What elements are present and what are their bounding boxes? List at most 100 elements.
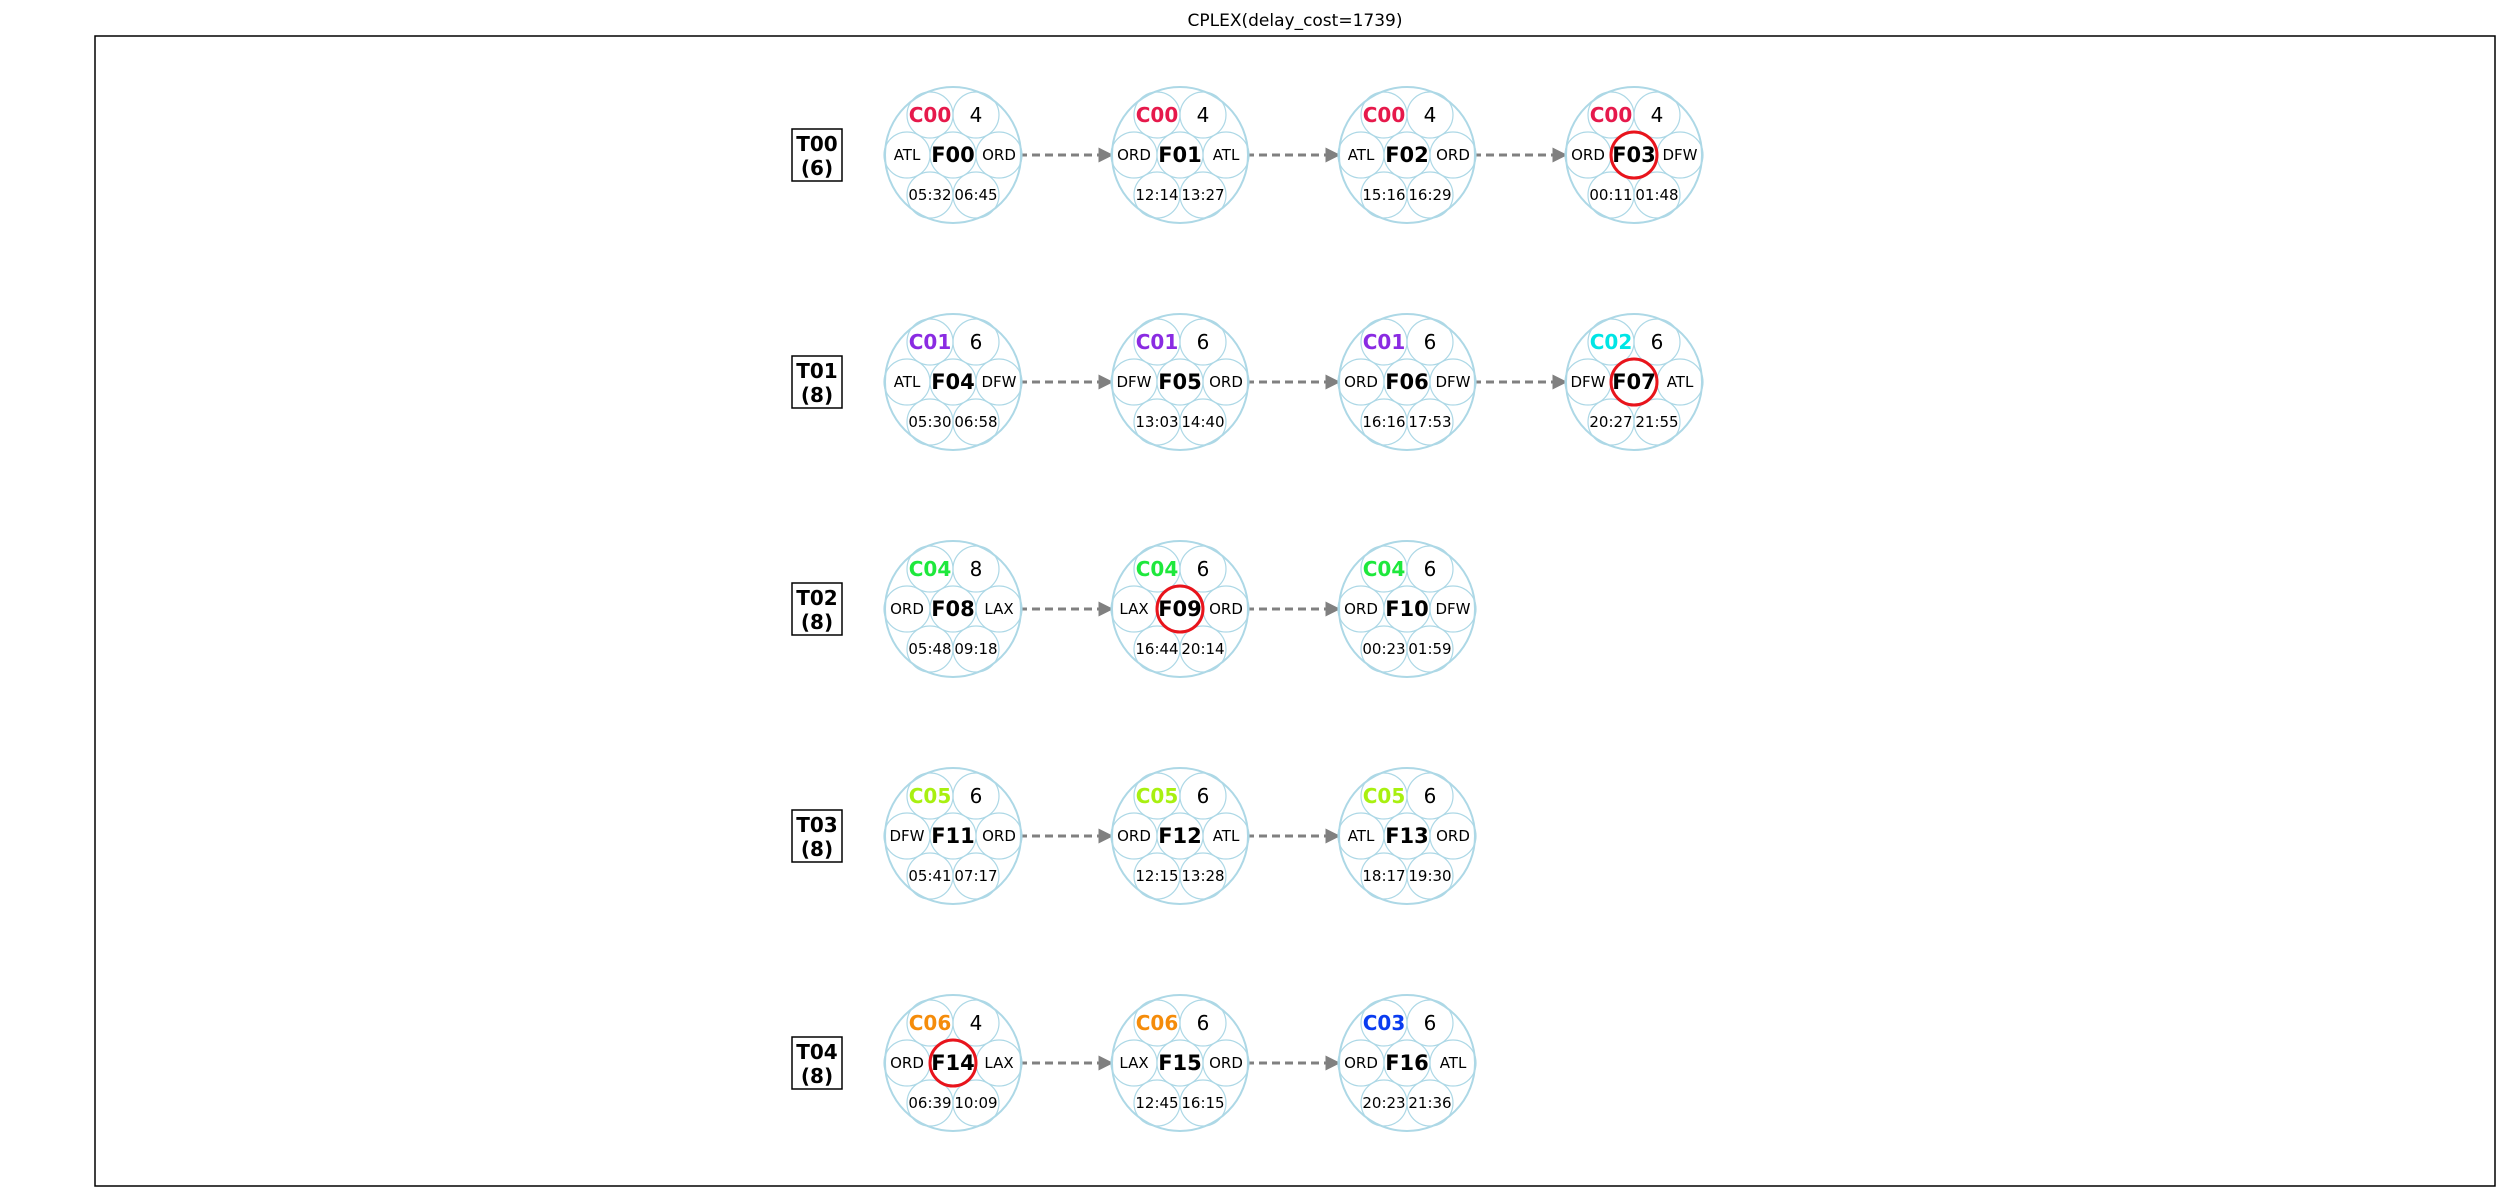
- arrival-time: 13:28: [1181, 867, 1224, 885]
- arrival-time: 17:53: [1408, 413, 1451, 431]
- destination-airport: LAX: [984, 1054, 1013, 1072]
- origin-airport: ORD: [1571, 146, 1605, 164]
- destination-airport: ATL: [1667, 373, 1694, 391]
- destination-airport: ORD: [982, 827, 1016, 845]
- crew-number: 6: [1197, 1011, 1210, 1035]
- flight-id: F15: [1158, 1051, 1202, 1075]
- origin-airport: ORD: [890, 1054, 924, 1072]
- arrival-time: 16:15: [1181, 1094, 1224, 1112]
- departure-time: 05:48: [908, 640, 951, 658]
- tail-id: T00: [796, 132, 837, 156]
- flight-id: F04: [931, 370, 975, 394]
- flight-id: F03: [1612, 143, 1656, 167]
- origin-airport: ORD: [1344, 600, 1378, 618]
- crew-label: C00: [1136, 103, 1179, 127]
- origin-airport: ATL: [894, 146, 921, 164]
- arrival-time: 07:17: [954, 867, 997, 885]
- tail-id: T01: [796, 359, 837, 383]
- flight-id: F11: [931, 824, 975, 848]
- crew-label: C04: [909, 557, 952, 581]
- arrival-time: 19:30: [1408, 867, 1451, 885]
- tail-id: T03: [796, 813, 837, 837]
- tail-count: (8): [801, 837, 833, 861]
- flight-id: F05: [1158, 370, 1202, 394]
- flight-node: C04 6 ORD F10 DFW 00:23 01:59: [1337, 540, 1477, 678]
- crew-number: 4: [1197, 103, 1210, 127]
- tail-row: T00(6) C00 4 ATL F00 ORD 05:32 06:45 C00 4 ORD F01 A…: [791, 86, 1704, 224]
- origin-airport: LAX: [1119, 1054, 1148, 1072]
- departure-time: 20:23: [1362, 1094, 1405, 1112]
- crew-label: C04: [1363, 557, 1406, 581]
- tail-id: T02: [796, 586, 837, 610]
- destination-airport: ORD: [1436, 827, 1470, 845]
- origin-airport: ATL: [1348, 827, 1375, 845]
- flight-id: F02: [1385, 143, 1429, 167]
- crew-label: C00: [1590, 103, 1633, 127]
- departure-time: 16:44: [1135, 640, 1178, 658]
- flight-node: C04 6 LAX F09 ORD 16:44 20:14: [1110, 540, 1250, 678]
- flight-node: C02 6 DFW F07 ATL 20:27 21:55: [1564, 313, 1704, 451]
- crew-number: 6: [1197, 784, 1210, 808]
- departure-time: 12:45: [1135, 1094, 1178, 1112]
- departure-time: 12:15: [1135, 867, 1178, 885]
- crew-label: C05: [1363, 784, 1406, 808]
- flight-node: C01 6 ORD F06 DFW 16:16 17:53: [1337, 313, 1477, 451]
- crew-label: C04: [1136, 557, 1179, 581]
- destination-airport: DFW: [1435, 373, 1470, 391]
- departure-time: 16:16: [1362, 413, 1405, 431]
- destination-airport: DFW: [1662, 146, 1697, 164]
- tail-row: T03(8) C05 6 DFW F11 ORD 05:41 07:17 C05 6 ORD F12 A…: [791, 767, 1477, 905]
- crew-label: C05: [1136, 784, 1179, 808]
- crew-number: 6: [1197, 557, 1210, 581]
- crew-label: C06: [909, 1011, 952, 1035]
- flight-id: F08: [931, 597, 975, 621]
- origin-airport: ATL: [894, 373, 921, 391]
- arrival-time: 01:59: [1408, 640, 1451, 658]
- crew-number: 4: [970, 103, 983, 127]
- arrival-time: 06:58: [954, 413, 997, 431]
- origin-airport: DFW: [1116, 373, 1151, 391]
- arrival-time: 20:14: [1181, 640, 1224, 658]
- flight-id: F00: [931, 143, 975, 167]
- origin-airport: DFW: [889, 827, 924, 845]
- flight-id: F12: [1158, 824, 1202, 848]
- arrival-time: 16:29: [1408, 186, 1451, 204]
- origin-airport: ORD: [1117, 146, 1151, 164]
- destination-airport: ORD: [1436, 146, 1470, 164]
- crew-label: C03: [1363, 1011, 1406, 1035]
- destination-airport: ORD: [1209, 373, 1243, 391]
- departure-time: 05:32: [908, 186, 951, 204]
- departure-time: 13:03: [1135, 413, 1178, 431]
- origin-airport: ORD: [1344, 1054, 1378, 1072]
- flight-node: C05 6 ORD F12 ATL 12:15 13:28: [1110, 767, 1250, 905]
- destination-airport: DFW: [1435, 600, 1470, 618]
- crew-number: 6: [1197, 330, 1210, 354]
- crew-number: 4: [970, 1011, 983, 1035]
- destination-airport: ORD: [982, 146, 1016, 164]
- crew-number: 6: [1424, 330, 1437, 354]
- departure-time: 12:14: [1135, 186, 1178, 204]
- flight-node: C06 6 LAX F15 ORD 12:45 16:15: [1110, 994, 1250, 1132]
- flight-node: C06 4 ORD F14 LAX 06:39 10:09: [883, 994, 1023, 1132]
- origin-airport: ATL: [1348, 146, 1375, 164]
- plot-frame: [94, 35, 2496, 1187]
- departure-time: 06:39: [908, 1094, 951, 1112]
- departure-time: 05:30: [908, 413, 951, 431]
- tail-row: T02(8) C04 8 ORD F08 LAX 05:48 09:18 C04 6 LAX F09 O…: [791, 540, 1477, 678]
- flight-node: C01 6 ATL F04 DFW 05:30 06:58: [883, 313, 1023, 451]
- tail-row: T04(8) C06 4 ORD F14 LAX 06:39 10:09 C06 6 LAX F15 O…: [791, 994, 1477, 1132]
- flight-id: F01: [1158, 143, 1202, 167]
- arrival-time: 06:45: [954, 186, 997, 204]
- tail-count: (8): [801, 1064, 833, 1088]
- flight-node: C00 4 ATL F00 ORD 05:32 06:45: [883, 86, 1023, 224]
- flight-id: F09: [1158, 597, 1202, 621]
- flight-node: C00 4 ATL F02 ORD 15:16 16:29: [1337, 86, 1477, 224]
- arrival-time: 14:40: [1181, 413, 1224, 431]
- arrival-time: 13:27: [1181, 186, 1224, 204]
- origin-airport: ORD: [1117, 827, 1151, 845]
- arrival-time: 10:09: [954, 1094, 997, 1112]
- crew-label: C01: [909, 330, 952, 354]
- crew-number: 6: [1651, 330, 1664, 354]
- crew-number: 8: [970, 557, 983, 581]
- origin-airport: ORD: [1344, 373, 1378, 391]
